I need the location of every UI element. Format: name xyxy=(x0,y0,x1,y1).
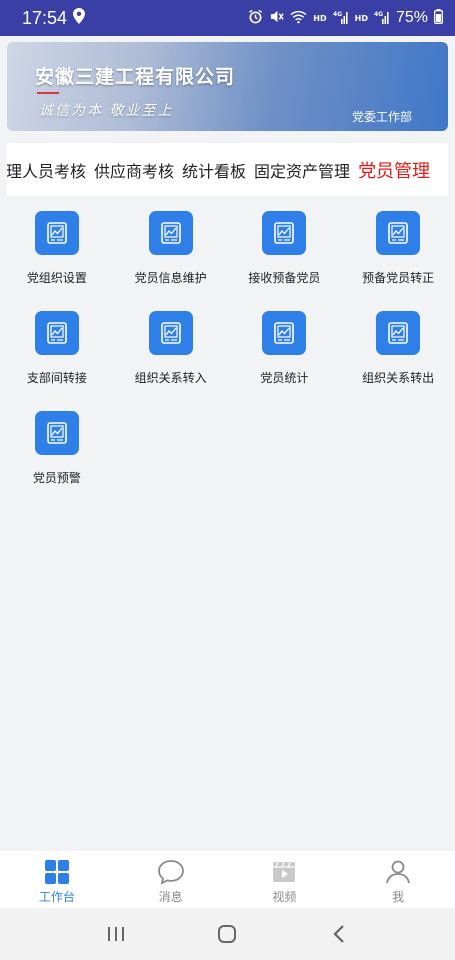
chart-doc-icon xyxy=(148,211,193,255)
nav-item-2[interactable]: 视频 xyxy=(228,851,342,908)
grid-item[interactable]: 党组织设置 xyxy=(0,205,114,305)
nav-item-0[interactable]: 工作台 xyxy=(0,851,114,908)
chart-doc-icon xyxy=(262,211,307,255)
grid-item[interactable]: 组织关系转出 xyxy=(341,305,455,405)
grid-item[interactable]: 党员预警 xyxy=(0,405,114,505)
location-icon xyxy=(73,8,86,28)
grid-item[interactable]: 党员信息维护 xyxy=(114,205,228,305)
grid-item-label: 党组织设置 xyxy=(26,271,87,285)
tab-3[interactable]: 固定资产管理 xyxy=(254,158,350,182)
grid-item[interactable]: 接收预备党员 xyxy=(228,205,342,305)
recent-apps-button[interactable] xyxy=(101,919,131,949)
signal-icon-1: 4G xyxy=(333,9,349,28)
banner-department: 党委工作部 xyxy=(351,110,412,124)
nav-item-label: 工作台 xyxy=(38,890,75,904)
grid-item-label: 接收预备党员 xyxy=(248,271,321,285)
grid-item-label: 组织关系转出 xyxy=(362,371,435,385)
back-button[interactable] xyxy=(324,919,354,949)
alarm-icon xyxy=(248,9,263,28)
grid-item[interactable]: 支部间转接 xyxy=(0,305,114,405)
nav-item-label: 消息 xyxy=(158,890,183,904)
bottom-nav: 工作台 消息 视频 我 xyxy=(0,851,455,908)
wifi-icon xyxy=(290,9,307,28)
grid-item[interactable]: 组织关系转入 xyxy=(114,305,228,405)
tab-4[interactable]: 党员管理 xyxy=(358,157,430,183)
system-nav-bar xyxy=(0,908,455,960)
banner-slogan: 诚信为本 敬业至上 xyxy=(39,103,174,119)
grid-item-label: 党员信息维护 xyxy=(134,271,207,285)
chart-doc-icon xyxy=(34,411,79,455)
chart-doc-icon xyxy=(376,211,421,255)
chart-doc-icon xyxy=(376,311,421,355)
home-button[interactable] xyxy=(212,919,242,949)
chart-doc-icon xyxy=(34,211,79,255)
grid-item-label: 党员预警 xyxy=(32,471,81,485)
person-icon xyxy=(384,858,412,886)
grid-item-label: 支部间转接 xyxy=(26,371,87,385)
chart-doc-icon xyxy=(262,311,307,355)
banner-divider xyxy=(37,92,59,94)
grid-item-label: 党员统计 xyxy=(260,371,309,385)
grid-item[interactable]: 预备党员转正 xyxy=(341,205,455,305)
mute-icon xyxy=(269,9,284,28)
hd-label-2: HD xyxy=(354,13,368,23)
nav-item-label: 视频 xyxy=(272,890,297,904)
chart-doc-icon xyxy=(34,311,79,355)
grid-item-label: 组织关系转入 xyxy=(134,371,207,385)
grid-icon xyxy=(43,858,71,886)
chart-doc-icon xyxy=(148,311,193,355)
tab-2[interactable]: 统计看板 xyxy=(182,158,246,182)
grid-item-label: 预备党员转正 xyxy=(362,271,435,285)
battery-percent: 75% xyxy=(395,9,428,26)
banner-company-name: 安徽三建工程有限公司 xyxy=(35,67,236,88)
net-label-1: 4G xyxy=(333,11,342,18)
tabs-scroll[interactable]: 管理人员考核供应商考核统计看板固定资产管理党员管理 xyxy=(7,143,438,196)
status-time: 17:54 xyxy=(22,7,68,28)
hd-label-1: HD xyxy=(313,13,327,23)
net-label-2: 4G xyxy=(374,11,383,18)
status-bar: 17:54 HD 4G HD 4G 75% xyxy=(0,0,455,36)
chat-bubble-icon xyxy=(157,858,185,886)
tab-0[interactable]: 管理人员考核 xyxy=(7,158,86,182)
nav-item-1[interactable]: 消息 xyxy=(114,851,228,908)
tab-1[interactable]: 供应商考核 xyxy=(94,158,174,182)
nav-item-3[interactable]: 我 xyxy=(341,851,455,908)
grid-item[interactable]: 党员统计 xyxy=(228,305,342,405)
category-tabs: 管理人员考核供应商考核统计看板固定资产管理党员管理 xyxy=(7,143,448,196)
signal-icon-2: 4G xyxy=(374,9,390,28)
nav-item-label: 我 xyxy=(392,890,405,904)
function-grid: 党组织设置 党员信息维护 接收预备党员 预备党员转正支部间转接 组织关系转入 党员统计 组织… xyxy=(0,205,455,505)
video-icon xyxy=(270,858,298,886)
company-banner[interactable]: 安徽三建工程有限公司 诚信为本 敬业至上 党委工作部 xyxy=(7,42,448,131)
battery-icon xyxy=(434,8,443,28)
